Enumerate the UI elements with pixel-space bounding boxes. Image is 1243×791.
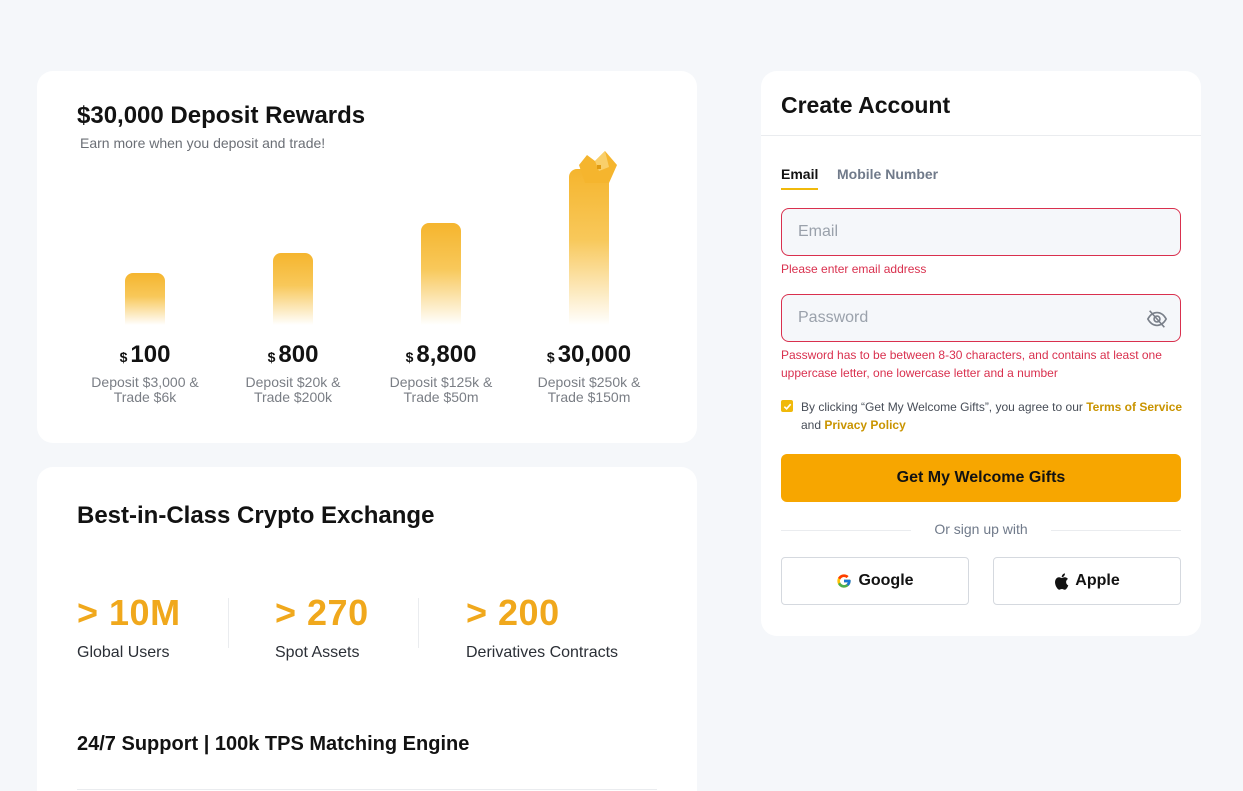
stat-label: Spot Assets — [275, 644, 360, 661]
stat-global-users: > 10M Global Users — [77, 592, 181, 662]
tier-value: 30,000 — [557, 341, 632, 368]
tier-value: 100 — [130, 341, 171, 368]
rewards-subtitle: Earn more when you deposit and trade! — [80, 135, 326, 151]
tier-bar-3 — [421, 223, 461, 325]
tab-email[interactable]: Email — [781, 166, 819, 190]
tab-mobile-number[interactable]: Mobile Number — [837, 166, 938, 182]
terms-agreement: By clicking “Get My Welcome Gifts”, you … — [781, 398, 1191, 434]
stat-divider — [418, 598, 419, 648]
tier-desc-line: Deposit $250k & — [537, 374, 641, 390]
tier-currency: $ — [546, 349, 555, 365]
google-signup-button[interactable]: Google — [781, 557, 969, 605]
stat-label: Derivatives Contracts — [466, 644, 619, 661]
tier-desc-line: Trade $200k — [253, 389, 333, 405]
google-icon — [837, 574, 852, 588]
tier-desc-line: Deposit $20k & — [245, 374, 341, 390]
agreement-prefix: By clicking “Get My Welcome Gifts”, you … — [801, 400, 1083, 414]
password-input[interactable] — [782, 295, 1180, 341]
apple-label: Apple — [1075, 572, 1120, 589]
google-label: Google — [858, 572, 914, 589]
email-input[interactable] — [782, 209, 1180, 255]
tier-amount-1: $100 — [71, 341, 219, 369]
privacy-policy-link[interactable]: Privacy Policy — [824, 418, 905, 432]
stat-value: > 200 — [466, 592, 560, 633]
email-field — [781, 208, 1181, 256]
create-account-card: Create Account Email Mobile Number Pleas… — [761, 71, 1201, 636]
tier-amount-4: $30,000 — [515, 341, 663, 369]
or-sign-up-divider: Or sign up with — [781, 521, 1181, 539]
stat-derivatives: > 200 Derivatives Contracts — [466, 592, 618, 662]
exchange-stats-card: Best-in-Class Crypto Exchange > 10M Glob… — [37, 467, 697, 791]
divider — [77, 789, 657, 790]
agreement-and: and — [801, 418, 822, 432]
apple-signup-button[interactable]: Apple — [993, 557, 1181, 605]
tier-bar-1 — [125, 273, 165, 325]
terms-of-service-link[interactable]: Terms of Service — [1086, 400, 1182, 414]
exchange-footer: 24/7 Support | 100k TPS Matching Engine — [77, 733, 470, 755]
signup-title: Create Account — [781, 92, 951, 118]
rewards-title: $30,000 Deposit Rewards — [77, 102, 366, 129]
password-field — [781, 294, 1181, 342]
tier-value: 800 — [278, 341, 319, 368]
tier-amount-2: $800 — [219, 341, 367, 369]
tier-value: 8,800 — [416, 341, 477, 368]
exchange-title: Best-in-Class Crypto Exchange — [77, 502, 435, 529]
stat-label: Global Users — [77, 644, 170, 661]
terms-checkbox[interactable] — [781, 400, 793, 412]
tier-currency: $ — [267, 349, 276, 365]
tier-desc-line: Trade $6k — [113, 389, 177, 405]
tier-bar-2 — [273, 253, 313, 325]
tier-desc-2: Deposit $20k & Trade $200k — [219, 375, 367, 405]
tier-desc-4: Deposit $250k & Trade $150m — [515, 375, 663, 405]
stat-value: > 270 — [275, 592, 369, 633]
tier-desc-line: Deposit $125k & — [389, 374, 493, 390]
divider — [761, 135, 1201, 136]
password-error: Password has to be between 8-30 characte… — [781, 348, 1162, 380]
tier-currency: $ — [405, 349, 414, 365]
divider — [1051, 530, 1181, 531]
tier-desc-line: Trade $150m — [547, 389, 631, 405]
get-welcome-gifts-button[interactable]: Get My Welcome Gifts — [781, 454, 1181, 502]
tier-currency: $ — [119, 349, 128, 365]
stat-value: > 10M — [77, 592, 181, 633]
eye-off-icon[interactable] — [1146, 308, 1168, 330]
tier-amount-3: $8,800 — [367, 341, 515, 369]
deposit-rewards-card: $30,000 Deposit Rewards Earn more when y… — [37, 71, 697, 443]
tier-bar-4 — [569, 169, 609, 325]
crown-icon — [579, 151, 617, 183]
tier-desc-line: Trade $50m — [403, 389, 479, 405]
tier-desc-3: Deposit $125k & Trade $50m — [367, 375, 515, 405]
apple-icon — [1055, 572, 1069, 590]
stat-spot-assets: > 270 Spot Assets — [275, 592, 369, 662]
check-icon — [783, 403, 791, 410]
tier-desc-line: Deposit $3,000 & — [91, 374, 199, 390]
tier-desc-1: Deposit $3,000 & Trade $6k — [71, 375, 219, 405]
email-error: Please enter email address — [781, 262, 927, 276]
stat-divider — [228, 598, 229, 648]
or-sign-up-text: Or sign up with — [934, 521, 1028, 537]
agreement-text: By clicking “Get My Welcome Gifts”, you … — [801, 398, 1191, 434]
